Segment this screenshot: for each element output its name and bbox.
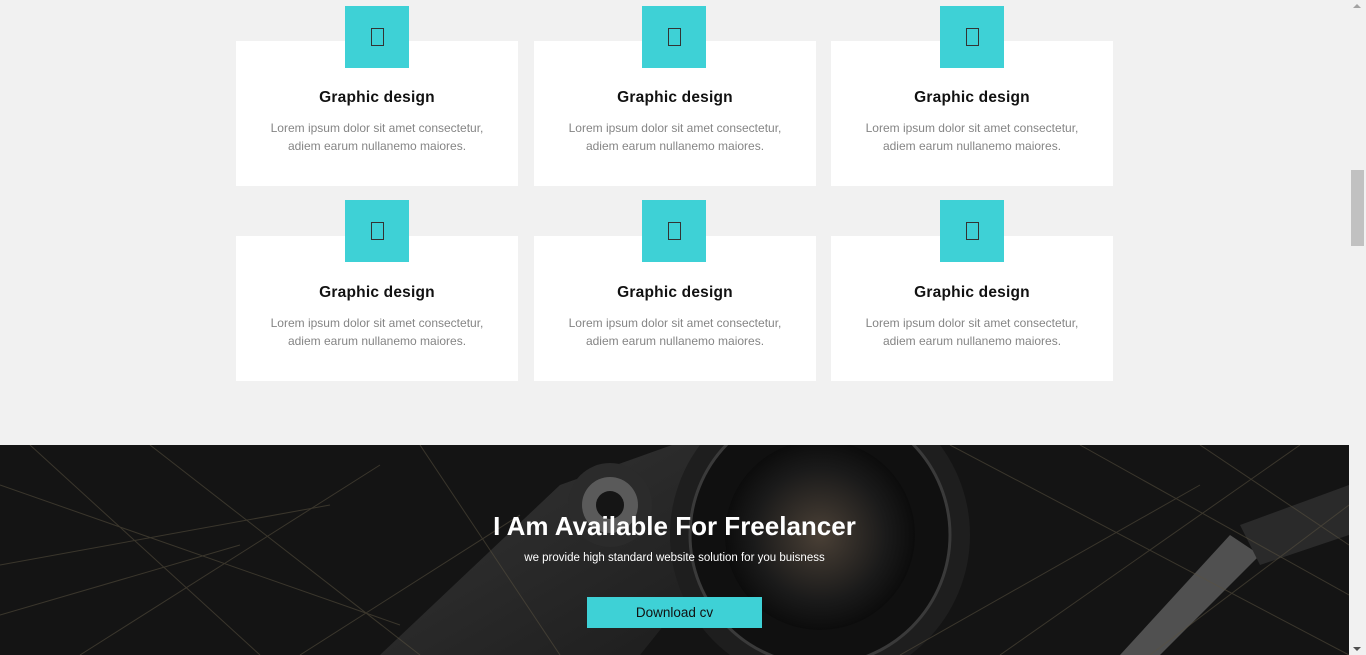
service-card-text-line: Lorem ipsum dolor sit amet consectetur, — [865, 316, 1079, 330]
service-card-text-line: Lorem ipsum dolor sit amet consectetur, — [270, 121, 484, 135]
service-card-text: Lorem ipsum dolor sit amet consectetur, … — [831, 314, 1113, 350]
service-icon — [940, 200, 1004, 262]
glyph-placeholder-icon — [667, 222, 681, 240]
scrollbar-thumb[interactable] — [1351, 170, 1364, 246]
service-card-text: Lorem ipsum dolor sit amet consectetur, … — [534, 119, 816, 155]
service-card-title: Graphic design — [914, 89, 1030, 106]
banner-title: I Am Available For Freelancer — [493, 511, 856, 541]
service-card-text-line: Lorem ipsum dolor sit amet consectetur, — [865, 121, 1079, 135]
glyph-placeholder-icon — [965, 222, 979, 240]
service-card-title: Graphic design — [914, 284, 1030, 301]
service-card-text-line: Lorem ipsum dolor sit amet consectetur, — [568, 121, 782, 135]
freelancer-banner: I Am Available For Freelancer we provide… — [0, 445, 1349, 655]
service-card-text-line: adiem earum nullanemo maiores. — [585, 139, 765, 153]
service-card-text: Lorem ipsum dolor sit amet consectetur, … — [236, 119, 518, 155]
download-cv-button[interactable]: Download cv — [587, 597, 762, 628]
service-icon — [940, 6, 1004, 68]
services-section: Graphic design Lorem ipsum dolor sit ame… — [0, 0, 1349, 445]
service-card-text-line: adiem earum nullanemo maiores. — [585, 334, 765, 348]
service-card-text-line: adiem earum nullanemo maiores. — [287, 139, 467, 153]
service-card-text: Lorem ipsum dolor sit amet consectetur, … — [831, 119, 1113, 155]
glyph-placeholder-icon — [965, 28, 979, 46]
glyph-placeholder-icon — [667, 28, 681, 46]
service-card-text-line: adiem earum nullanemo maiores. — [882, 139, 1062, 153]
service-card-text-line: adiem earum nullanemo maiores. — [882, 334, 1062, 348]
service-icon — [642, 6, 706, 68]
service-icon — [345, 6, 409, 68]
page-scrollbar[interactable] — [1349, 0, 1366, 655]
service-card-text-line: Lorem ipsum dolor sit amet consectetur, — [270, 316, 484, 330]
service-card-text-line: Lorem ipsum dolor sit amet consectetur, — [568, 316, 782, 330]
service-card-text-line: adiem earum nullanemo maiores. — [287, 334, 467, 348]
service-card-title: Graphic design — [617, 89, 733, 106]
banner-subtitle: we provide high standard website solutio… — [524, 552, 825, 564]
service-card-title: Graphic design — [319, 284, 435, 301]
service-icon — [642, 200, 706, 262]
service-card-title: Graphic design — [617, 284, 733, 301]
service-card-text: Lorem ipsum dolor sit amet consectetur, … — [236, 314, 518, 350]
scroll-down-arrow-icon[interactable] — [1353, 647, 1361, 651]
glyph-placeholder-icon — [370, 222, 384, 240]
glyph-placeholder-icon — [370, 28, 384, 46]
service-card-text: Lorem ipsum dolor sit amet consectetur, … — [534, 314, 816, 350]
scroll-up-arrow-icon[interactable] — [1353, 4, 1361, 8]
service-card-title: Graphic design — [319, 89, 435, 106]
service-icon — [345, 200, 409, 262]
